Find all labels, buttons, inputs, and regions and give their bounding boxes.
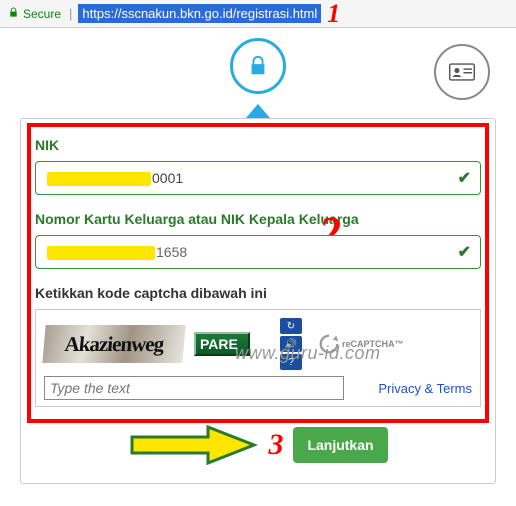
secure-label: Secure [23,7,61,21]
captcha-widget: Akazienweg PARE ↻ 🔊 ? reCAPTCHA™ Privacy… [35,309,481,407]
nik-input[interactable] [35,161,481,195]
lock-icon [247,55,269,77]
captcha-challenge-image-2: PARE [194,332,250,356]
annotation-3: 3 [268,428,283,462]
lock-secure-icon [8,7,19,21]
step-header [20,38,496,118]
privacy-terms-link[interactable]: Privacy & Terms [378,381,472,396]
page-body: NIK ✔ 2 Nomor Kartu Keluarga atau NIK Ke… [0,28,516,504]
step-id-circle [434,44,490,100]
action-row: 3 Lanjutkan [35,425,481,465]
url-text[interactable]: https://sscnakun.bkn.go.id/registrasi.ht… [78,4,321,23]
recaptcha-brand: reCAPTCHA™ [342,339,404,349]
recaptcha-logo: reCAPTCHA™ [318,333,404,355]
url-separator: | [69,6,72,21]
annotation-1: 1 [327,0,340,29]
kk-input[interactable] [35,235,481,269]
captcha-label: Ketikkan kode captcha dibawah ini [35,285,481,301]
captcha-challenge-row: Akazienweg PARE ↻ 🔊 ? reCAPTCHA™ [44,318,472,370]
captcha-input[interactable] [44,376,344,400]
nik-input-wrap: ✔ 2 [35,161,481,195]
captcha-controls: ↻ 🔊 ? [280,318,302,370]
check-icon: ✔ [458,242,471,262]
browser-address-bar: Secure | https://sscnakun.bkn.go.id/regi… [0,0,516,28]
id-card-icon [449,62,475,82]
step-pointer-icon [246,104,270,118]
check-icon: ✔ [458,168,471,188]
step-lock-circle [230,38,286,94]
captcha-refresh-button[interactable]: ↻ [280,318,302,334]
captcha-help-button[interactable]: ? [280,354,302,370]
captcha-audio-button[interactable]: 🔊 [280,336,302,352]
kk-label: Nomor Kartu Keluarga atau NIK Kepala Kel… [35,211,481,227]
captcha-bottom-row: Privacy & Terms [44,376,472,400]
captcha-challenge-image-1: Akazienweg [42,325,185,363]
kk-input-wrap: ✔ www.guru-id.com [35,235,481,269]
nik-label: NIK [35,137,481,153]
annotation-arrow-icon [128,425,258,465]
registration-panel: NIK ✔ 2 Nomor Kartu Keluarga atau NIK Ke… [20,118,496,484]
recaptcha-icon [318,333,340,355]
submit-button[interactable]: Lanjutkan [293,427,387,463]
